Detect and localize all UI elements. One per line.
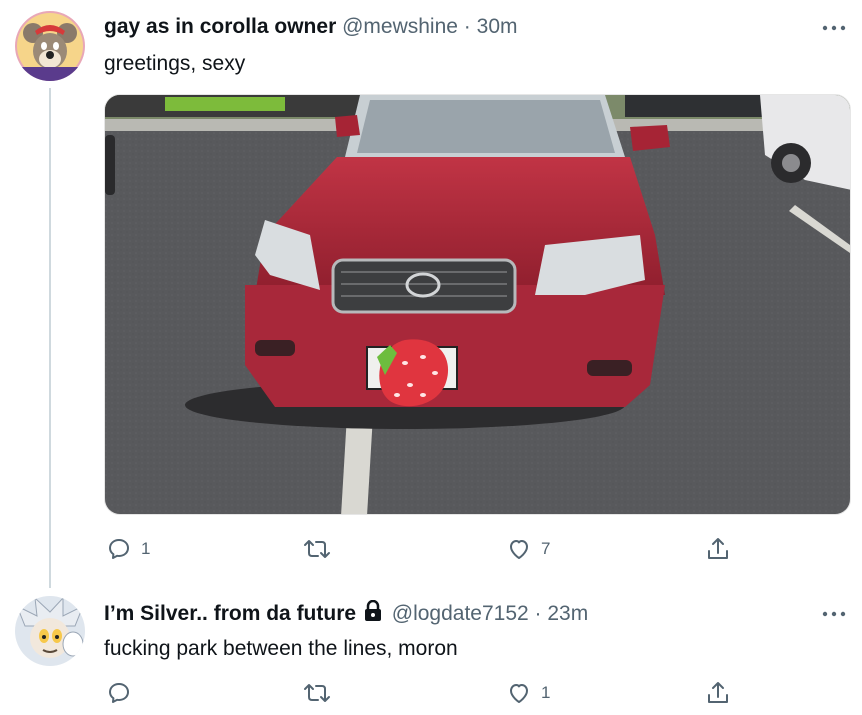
- like-button[interactable]: 7: [507, 537, 550, 561]
- reply-count: 1: [141, 539, 151, 558]
- timestamp[interactable]: 30m: [477, 15, 518, 38]
- reply-button[interactable]: 1: [107, 537, 150, 561]
- retweet-button[interactable]: [303, 681, 341, 705]
- heart-icon: [510, 540, 528, 559]
- separator: ·: [534, 602, 542, 625]
- share-icon: [708, 682, 728, 703]
- like-count: 1: [541, 683, 551, 702]
- separator: ·: [463, 15, 471, 38]
- more-options-icon[interactable]: [822, 20, 846, 32]
- tweet-header: I’m Silver.. from da future @logdate7152…: [104, 600, 588, 627]
- share-icon: [708, 538, 728, 559]
- display-name[interactable]: I’m Silver.. from da future: [104, 602, 356, 625]
- avatar[interactable]: [15, 11, 85, 81]
- tweet-header: gay as in corolla owner @mewshine · 30m: [104, 14, 518, 40]
- reply-icon: [109, 539, 129, 559]
- thread-connector-line: [49, 88, 51, 588]
- retweet-icon: [304, 540, 330, 558]
- user-handle[interactable]: @mewshine: [342, 15, 458, 38]
- like-button[interactable]: 1: [507, 681, 550, 705]
- lock-icon: [364, 600, 381, 621]
- reply-icon: [109, 683, 129, 703]
- like-count: 7: [541, 539, 551, 558]
- user-handle[interactable]: @logdate7152: [392, 602, 529, 625]
- tweet-photo[interactable]: [104, 94, 851, 515]
- reply-button[interactable]: [107, 681, 141, 705]
- retweet-icon: [304, 684, 330, 702]
- share-button[interactable]: [706, 680, 730, 706]
- avatar[interactable]: [15, 596, 85, 666]
- heart-icon: [510, 684, 528, 703]
- tweet-text: greetings, sexy: [104, 52, 246, 75]
- display-name[interactable]: gay as in corolla owner: [104, 15, 336, 38]
- retweet-button[interactable]: [303, 537, 341, 561]
- share-button[interactable]: [706, 536, 730, 562]
- more-options-icon[interactable]: [822, 606, 846, 618]
- timestamp[interactable]: 23m: [547, 602, 588, 625]
- tweet-text: fucking park between the lines, moron: [104, 637, 458, 660]
